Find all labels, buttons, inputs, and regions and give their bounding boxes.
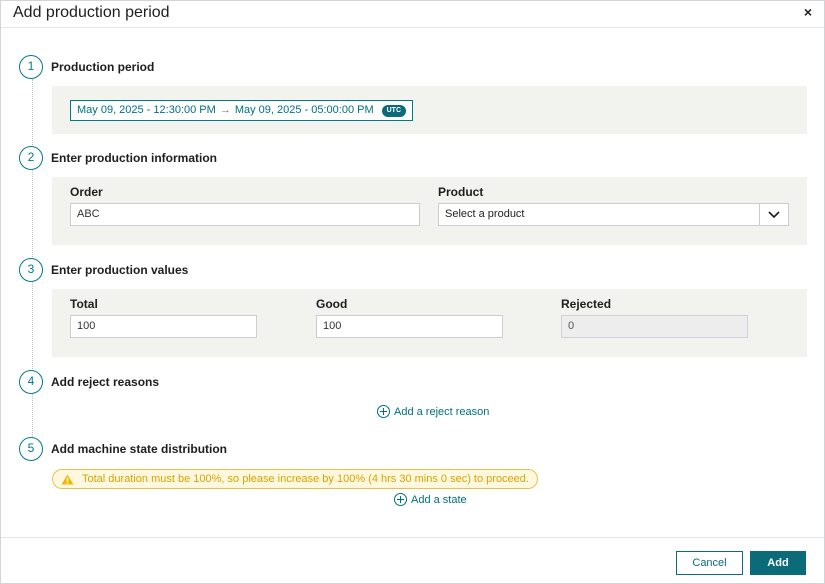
production-period-panel: May 09, 2025 - 12:30:00 PM → May 09, 202… [52, 86, 807, 134]
add-reject-reason-label: Add a reject reason [394, 405, 490, 418]
product-select-value: Select a product [445, 208, 525, 220]
total-input[interactable]: 100 [70, 315, 257, 338]
dialog-title: Add production period [13, 4, 170, 21]
period-range-chip[interactable]: May 09, 2025 - 12:30:00 PM → May 09, 202… [70, 100, 414, 121]
step-1-title: Production period [51, 60, 155, 74]
warning-text: Total duration must be 100%, so please i… [82, 473, 529, 485]
order-label: Order [70, 185, 103, 199]
step-3-indicator: 3 [19, 258, 43, 282]
step-2-title: Enter production information [51, 151, 217, 165]
rejected-label: Rejected [561, 297, 612, 311]
dialog-header: Add production period × [1, 1, 824, 28]
step-4-title: Add reject reasons [51, 375, 160, 389]
cancel-button[interactable]: Cancel [676, 551, 743, 575]
add-reject-reason-button[interactable]: Add a reject reason [377, 405, 489, 418]
rejected-input: 0 [561, 315, 748, 338]
close-icon[interactable]: × [804, 4, 812, 20]
period-end: May 09, 2025 - 05:00:00 PM [234, 104, 374, 116]
step-5-title: Add machine state distribution [51, 442, 228, 456]
add-state-label: Add a state [411, 493, 467, 506]
add-production-period-dialog: Add production period × 1 Production per… [0, 0, 825, 584]
production-info-panel: Order ABC Product Select a product [52, 177, 807, 245]
plus-circle-icon [394, 493, 407, 506]
good-input[interactable]: 100 [316, 315, 503, 338]
step-5-indicator: 5 [19, 437, 43, 461]
step-2-indicator: 2 [19, 146, 43, 170]
warning-icon [61, 474, 74, 484]
arrow-right-icon: → [219, 104, 231, 116]
dialog-footer: Cancel Add [1, 537, 824, 583]
product-select[interactable]: Select a product [438, 203, 789, 226]
production-values-panel: Total 100 Good 100 Rejected 0 [52, 289, 807, 357]
chevron-down-icon[interactable] [759, 204, 788, 225]
add-button[interactable]: Add [750, 551, 806, 575]
step-1-indicator: 1 [19, 55, 43, 79]
product-label: Product [438, 185, 484, 199]
duration-warning-banner: Total duration must be 100%, so please i… [52, 469, 538, 489]
period-start: May 09, 2025 - 12:30:00 PM [77, 104, 216, 116]
timezone-badge: UTC [381, 104, 407, 117]
add-state-button[interactable]: Add a state [394, 493, 467, 506]
plus-circle-icon [377, 405, 390, 418]
total-label: Total [70, 297, 98, 311]
step-3-title: Enter production values [51, 263, 189, 277]
good-label: Good [316, 297, 348, 311]
step-4-indicator: 4 [19, 370, 43, 394]
order-input[interactable]: ABC [70, 203, 420, 226]
